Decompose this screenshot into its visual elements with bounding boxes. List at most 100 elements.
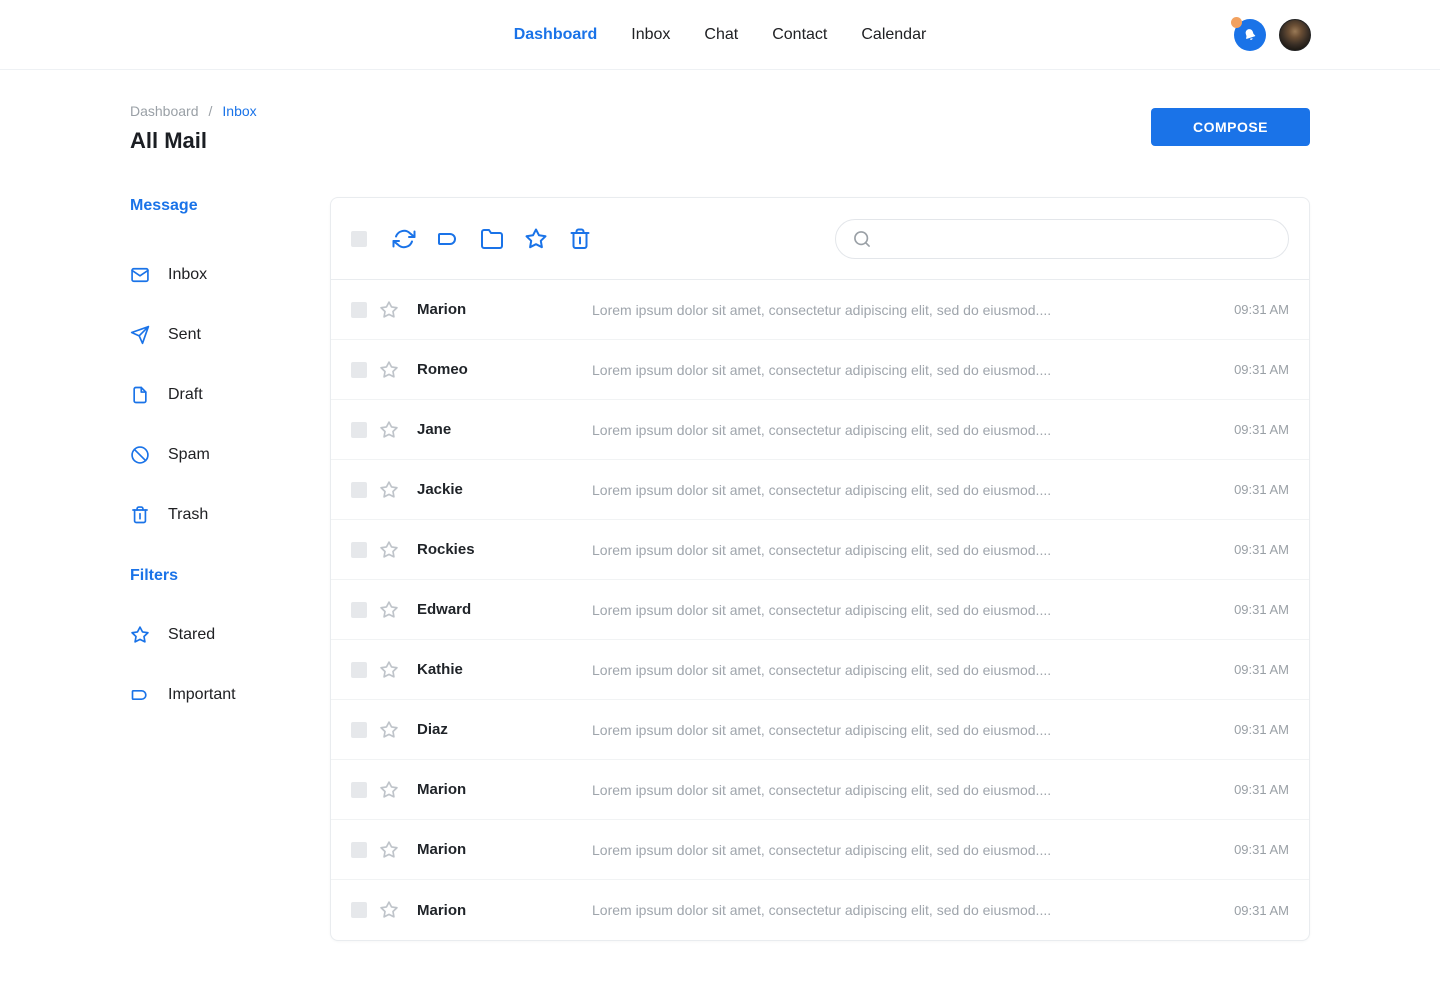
sidebar-item-label: Stared [168,626,215,644]
star-icon[interactable] [379,540,399,560]
row-checkbox[interactable] [351,482,367,498]
folder-icon[interactable] [480,227,504,251]
message-time: 09:31 AM [1234,662,1289,677]
message-time: 09:31 AM [1234,782,1289,797]
row-checkbox[interactable] [351,362,367,378]
row-checkbox[interactable] [351,662,367,678]
mail-row[interactable]: Edward Lorem ipsum dolor sit amet, conse… [331,580,1309,640]
mail-row[interactable]: Rockies Lorem ipsum dolor sit amet, cons… [331,520,1309,580]
label-icon[interactable] [436,227,460,251]
message-preview: Lorem ipsum dolor sit amet, consectetur … [592,422,1218,438]
mail-list: Marion Lorem ipsum dolor sit amet, conse… [331,280,1309,940]
sidebar-item-stared[interactable]: Stared [130,605,330,665]
sidebar-item-draft[interactable]: Draft [130,365,330,425]
main-nav: Dashboard Inbox Chat Contact Calendar [514,26,927,44]
sidebar-message-list: Inbox Sent Draft Spam [130,245,330,545]
sender-name: Jackie [417,481,592,498]
select-all-checkbox[interactable] [351,231,367,247]
star-icon[interactable] [379,780,399,800]
message-time: 09:31 AM [1234,422,1289,437]
nav-item-chat[interactable]: Chat [704,26,738,44]
nav-item-calendar[interactable]: Calendar [861,26,926,44]
star-icon[interactable] [379,480,399,500]
sender-name: Edward [417,601,592,618]
sidebar-item-label: Sent [168,326,201,344]
star-icon[interactable] [379,660,399,680]
sender-name: Marion [417,841,592,858]
search-icon [852,229,872,249]
nav-item-dashboard[interactable]: Dashboard [514,26,598,44]
top-nav-bar: Dashboard Inbox Chat Contact Calendar [0,0,1440,70]
breadcrumb-inbox[interactable]: Inbox [222,103,256,119]
sender-name: Marion [417,781,592,798]
row-checkbox[interactable] [351,422,367,438]
sidebar-item-spam[interactable]: Spam [130,425,330,485]
page-head: Dashboard / Inbox All Mail COMPOSE [0,70,1440,154]
sidebar-item-important[interactable]: Important [130,665,330,725]
sidebar-heading-message: Message [130,197,330,215]
mail-panel: Marion Lorem ipsum dolor sit amet, conse… [330,197,1310,941]
message-preview: Lorem ipsum dolor sit amet, consectetur … [592,842,1218,858]
sidebar-item-trash[interactable]: Trash [130,485,330,545]
sender-name: Marion [417,902,592,919]
row-checkbox[interactable] [351,302,367,318]
file-icon [130,385,150,405]
label-icon [130,685,150,705]
sidebar-heading-filters: Filters [130,567,330,585]
row-checkbox[interactable] [351,782,367,798]
mail-row[interactable]: Diaz Lorem ipsum dolor sit amet, consect… [331,700,1309,760]
row-checkbox[interactable] [351,842,367,858]
message-preview: Lorem ipsum dolor sit amet, consectetur … [592,902,1218,918]
search-input[interactable] [882,231,1272,247]
user-avatar[interactable] [1279,19,1311,51]
sender-name: Marion [417,301,592,318]
star-icon[interactable] [379,300,399,320]
message-preview: Lorem ipsum dolor sit amet, consectetur … [592,782,1218,798]
sender-name: Diaz [417,721,592,738]
breadcrumb-separator: / [209,103,213,119]
content: Message Inbox Sent Draft [0,154,1440,941]
sidebar-item-label: Inbox [168,266,207,284]
mail-row[interactable]: Jackie Lorem ipsum dolor sit amet, conse… [331,460,1309,520]
notification-bell-icon[interactable] [1234,19,1266,51]
message-preview: Lorem ipsum dolor sit amet, consectetur … [592,362,1218,378]
paper-plane-icon [130,325,150,345]
search-box [835,219,1289,259]
row-checkbox[interactable] [351,722,367,738]
mail-row[interactable]: Jane Lorem ipsum dolor sit amet, consect… [331,400,1309,460]
star-icon[interactable] [379,900,399,920]
mail-row[interactable]: Romeo Lorem ipsum dolor sit amet, consec… [331,340,1309,400]
trash-icon[interactable] [568,227,592,251]
sidebar-item-label: Spam [168,446,210,464]
nav-item-inbox[interactable]: Inbox [631,26,670,44]
row-checkbox[interactable] [351,602,367,618]
star-icon [130,625,150,645]
star-icon[interactable] [379,720,399,740]
star-icon[interactable] [379,360,399,380]
message-time: 09:31 AM [1234,362,1289,377]
sidebar-item-inbox[interactable]: Inbox [130,245,330,305]
mail-row[interactable]: Marion Lorem ipsum dolor sit amet, conse… [331,760,1309,820]
star-icon[interactable] [379,420,399,440]
page-title: All Mail [130,128,1310,154]
compose-button[interactable]: COMPOSE [1151,108,1310,146]
nav-item-contact[interactable]: Contact [772,26,827,44]
mail-row[interactable]: Marion Lorem ipsum dolor sit amet, conse… [331,280,1309,340]
mail-row[interactable]: Marion Lorem ipsum dolor sit amet, conse… [331,880,1309,940]
star-icon[interactable] [524,227,548,251]
message-preview: Lorem ipsum dolor sit amet, consectetur … [592,302,1218,318]
message-preview: Lorem ipsum dolor sit amet, consectetur … [592,542,1218,558]
row-checkbox[interactable] [351,542,367,558]
star-icon[interactable] [379,600,399,620]
sender-name: Rockies [417,541,592,558]
sender-name: Kathie [417,661,592,678]
mail-row[interactable]: Marion Lorem ipsum dolor sit amet, conse… [331,820,1309,880]
breadcrumb-dashboard[interactable]: Dashboard [130,103,199,119]
star-icon[interactable] [379,840,399,860]
mail-row[interactable]: Kathie Lorem ipsum dolor sit amet, conse… [331,640,1309,700]
sidebar-item-sent[interactable]: Sent [130,305,330,365]
message-preview: Lorem ipsum dolor sit amet, consectetur … [592,662,1218,678]
row-checkbox[interactable] [351,902,367,918]
message-time: 09:31 AM [1234,842,1289,857]
refresh-icon[interactable] [392,227,416,251]
